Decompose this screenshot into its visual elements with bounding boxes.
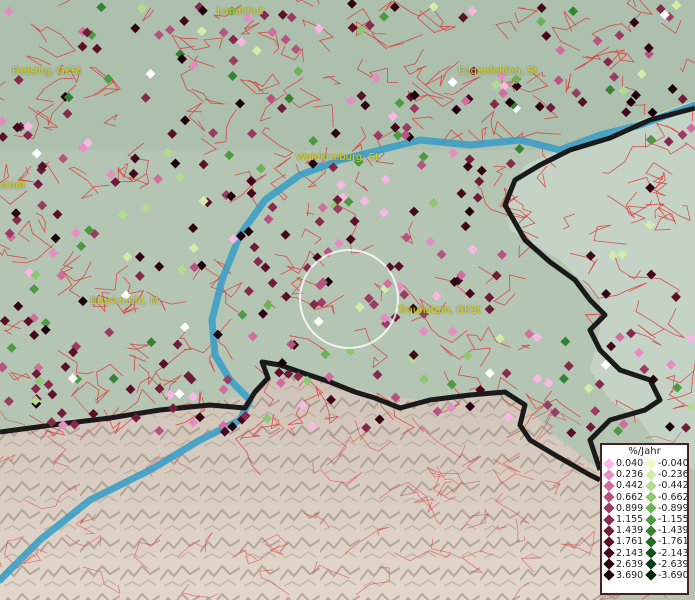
legend-value: 0.899	[616, 502, 644, 514]
legend-value: 0.442	[616, 480, 644, 492]
place-label: Waldkraiburg, St	[296, 152, 379, 163]
legend-swatch	[645, 513, 657, 526]
legend-swatch	[603, 491, 615, 503]
legend-swatch	[645, 536, 657, 548]
legend-entry-positive: 3.690	[602, 569, 644, 582]
legend-value: -1.155	[658, 513, 689, 525]
legend-entry-positive: 1.155	[602, 513, 644, 526]
legend-swatch	[645, 457, 657, 470]
legend-swatch	[603, 547, 615, 559]
legend-entry-negative: -1.439	[644, 525, 689, 537]
legend-entry-positive: 0.899	[602, 502, 644, 515]
legend-value: 0.236	[616, 469, 644, 481]
legend-swatch	[603, 502, 615, 515]
legend-entry-negative: -0.236	[644, 469, 689, 481]
place-label: stadt	[0, 180, 26, 191]
legend-entry-positive: 1.761	[602, 536, 644, 548]
legend-row: 0.236 -0.236	[602, 469, 689, 481]
legend-entry-positive: 0.442	[602, 480, 644, 492]
place-label: Eggenfelden, St	[458, 66, 538, 77]
legend-swatch	[603, 480, 615, 492]
legend-swatch	[645, 469, 657, 481]
legend-entry-positive: 0.236	[602, 469, 644, 481]
legend-entry-positive: 2.143	[602, 547, 644, 559]
legend-value: -0.899	[658, 502, 689, 514]
place-label: Landshut	[217, 6, 264, 17]
legend-swatch	[603, 558, 615, 570]
legend-row: 2.143 -2.143	[602, 547, 689, 559]
legend-value: -0.662	[658, 491, 689, 503]
legend-row: 1.761 -1.761	[602, 536, 689, 548]
legend-entry-negative: -3.690	[644, 569, 689, 582]
legend-value: -1.439	[658, 525, 689, 537]
legend-value: -0.040	[658, 458, 689, 469]
legend-value: -2.639	[658, 558, 689, 570]
legend-value: 1.439	[616, 525, 644, 537]
legend-swatch	[603, 457, 615, 470]
legend-swatch	[645, 525, 657, 537]
legend-swatch	[645, 547, 657, 559]
place-label: Traunstein, GKSt	[398, 305, 481, 316]
legend-entry-negative: -0.040	[644, 457, 689, 470]
legend-value: 2.143	[616, 547, 644, 559]
legend-title: %/Jahr	[628, 446, 661, 457]
legend-row: 0.662 -0.662	[602, 491, 689, 503]
legend-row: 2.639 -2.639	[602, 558, 689, 570]
legend-row: 3.690 -3.690	[602, 569, 689, 582]
legend-entry-negative: -0.442	[644, 480, 689, 492]
legend-swatch	[603, 469, 615, 481]
legend-swatch	[645, 491, 657, 503]
legend-value: 1.761	[616, 536, 644, 548]
legend-value: 2.639	[616, 558, 644, 570]
legend-value: -0.442	[658, 480, 689, 492]
legend-swatch	[603, 569, 615, 582]
legend-entry-negative: -1.155	[644, 513, 689, 526]
legend-entry-negative: -1.761	[644, 536, 689, 548]
legend-swatch	[603, 525, 615, 537]
legend-value: -0.236	[658, 469, 689, 481]
legend: %/Jahr 0.040 -0.040 0.236 -0.236 0.442 -0.442…	[600, 443, 689, 595]
legend-value: 1.155	[616, 513, 644, 525]
legend-entry-negative: -0.899	[644, 502, 689, 515]
legend-row: 0.040 -0.040	[602, 457, 689, 470]
legend-value: -2.143	[658, 547, 689, 559]
legend-swatch	[603, 513, 615, 526]
legend-value: -1.761	[658, 536, 689, 548]
place-label: Freising, GKSt	[12, 66, 82, 77]
legend-swatch	[603, 536, 615, 548]
legend-entry-positive: 1.439	[602, 525, 644, 537]
legend-swatch	[645, 558, 657, 570]
legend-swatch	[645, 480, 657, 492]
legend-swatch	[645, 569, 657, 582]
legend-row: 0.442 -0.442	[602, 480, 689, 492]
legend-row: 0.899 -0.899	[602, 502, 689, 515]
legend-swatch	[645, 502, 657, 515]
legend-value: -3.690	[658, 569, 689, 581]
legend-entry-positive: 0.040	[602, 457, 644, 470]
legend-value: 0.662	[616, 491, 644, 503]
place-label: Bruckmühl, M	[90, 296, 159, 307]
legend-row: 1.155 -1.155	[602, 513, 689, 526]
legend-value: 3.690	[616, 569, 644, 581]
legend-row: 1.439 -1.439	[602, 525, 689, 537]
legend-value: 0.040	[616, 458, 644, 469]
